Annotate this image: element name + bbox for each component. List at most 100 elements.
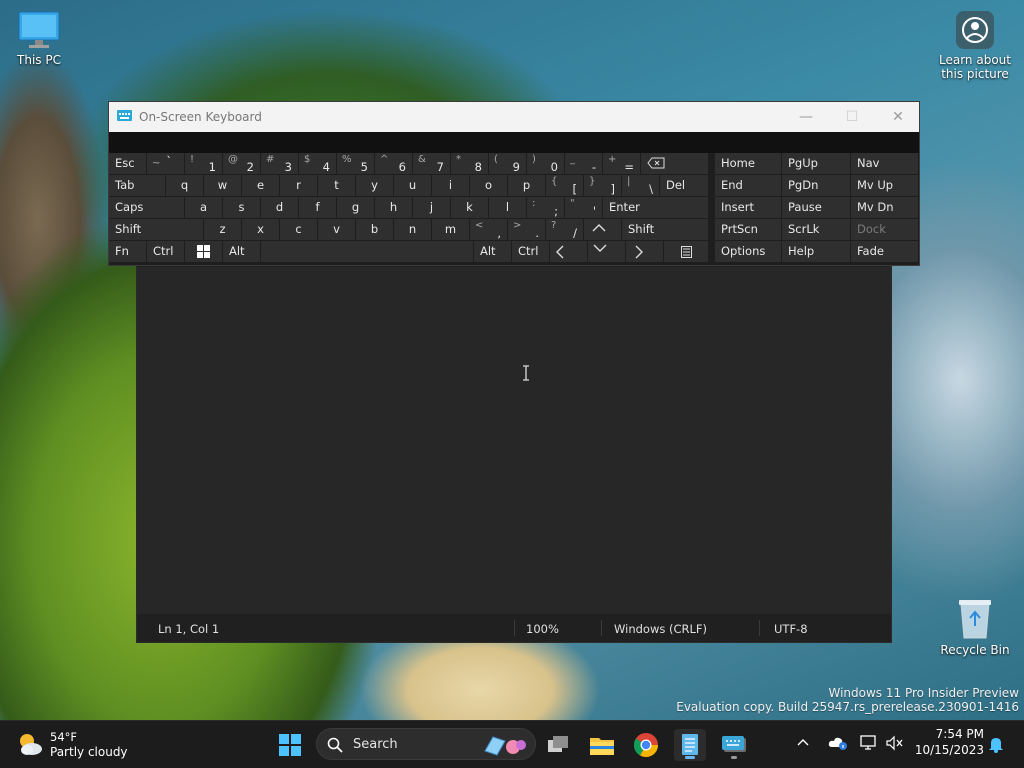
key-semicolon[interactable]: :; [527,197,565,218]
key-7[interactable]: & 7 [413,153,451,174]
key-options[interactable]: Options [715,241,782,262]
key-c[interactable]: c [280,219,318,240]
desktop-learn-about-picture[interactable]: Learn about this picture [936,10,1014,81]
key-m[interactable]: m [432,219,470,240]
key-pgdn[interactable]: PgDn [782,175,851,196]
key-help[interactable]: Help [782,241,851,262]
minimize-button[interactable]: — [783,102,829,132]
key-arrow-up[interactable] [584,219,622,240]
key-5[interactable]: % 5 [337,153,375,174]
desktop-icon-recycle-bin[interactable]: Recycle Bin [940,596,1010,657]
key-del[interactable]: Del [660,175,709,196]
volume-tray-button[interactable] [886,735,904,754]
notepad-text-area[interactable] [137,267,891,614]
maximize-button[interactable]: ☐ [829,102,875,132]
key-y[interactable]: y [356,175,394,196]
chrome-button[interactable] [630,729,662,761]
key-i[interactable]: i [432,175,470,196]
key-period[interactable]: >. [508,219,546,240]
key-o[interactable]: o [470,175,508,196]
key-ctrl-left[interactable]: Ctrl [147,241,185,262]
key-scrlk[interactable]: ScrLk [782,219,851,240]
key-esc[interactable]: Esc [109,153,147,174]
key-arrow-left[interactable] [550,241,588,262]
key-f[interactable]: f [299,197,337,218]
notepad-taskbar-button[interactable] [674,729,706,761]
key-fade[interactable]: Fade [851,241,919,262]
key-8[interactable]: * 8 [451,153,489,174]
desktop-icon-this-pc[interactable]: This PC [10,10,68,67]
start-button[interactable] [274,729,306,761]
key-alt-left[interactable]: Alt [223,241,261,262]
weather-widget[interactable]: 54°F Partly cloudy [14,729,134,761]
key-b[interactable]: b [356,219,394,240]
clock[interactable]: 7:54 PM 10/15/2023 [914,727,984,757]
key-u[interactable]: u [394,175,432,196]
osk-taskbar-button[interactable] [718,729,750,761]
key-fn[interactable]: Fn [109,241,147,262]
notifications-button[interactable] [988,735,1004,756]
key-6[interactable]: ^ 6 [375,153,413,174]
key-end[interactable]: End [715,175,782,196]
key-shift-left[interactable]: Shift [109,219,204,240]
key-right-bracket[interactable]: }] [584,175,622,196]
key-a[interactable]: a [185,197,223,218]
key-nav[interactable]: Nav [851,153,919,174]
onedrive-tray-button[interactable] [828,735,848,754]
key-g[interactable]: g [337,197,375,218]
key-d[interactable]: d [261,197,299,218]
key-0[interactable]: ) 0 [527,153,565,174]
key-mv-up[interactable]: Mv Up [851,175,919,196]
close-button[interactable]: ✕ [875,102,921,132]
key-q[interactable]: q [166,175,204,196]
status-line-ending[interactable]: Windows (CRLF) [614,622,707,636]
key-prtscn[interactable]: PrtScn [715,219,782,240]
key-arrow-right[interactable] [626,241,664,262]
key-alt-right[interactable]: Alt [474,241,512,262]
file-explorer-button[interactable] [586,729,618,761]
status-encoding[interactable]: UTF-8 [774,622,808,636]
key-tilde[interactable]: ~ ` [147,153,185,174]
key-home[interactable]: Home [715,153,782,174]
key-menu[interactable] [664,241,709,262]
key-insert[interactable]: Insert [715,197,782,218]
key-t[interactable]: t [318,175,356,196]
key-slash[interactable]: ? / [546,219,584,240]
osk-title-bar[interactable]: On-Screen Keyboard — ☐ ✕ [109,102,919,132]
key-enter[interactable]: Enter [603,197,709,218]
task-view-button[interactable] [542,729,574,761]
key-3[interactable]: #3 [261,153,299,174]
key-shift-right[interactable]: Shift [622,219,709,240]
key-space[interactable] [261,241,474,262]
network-tray-button[interactable] [860,735,878,754]
key-quote[interactable]: " ' [565,197,603,218]
key-comma[interactable]: <, [470,219,508,240]
key-9[interactable]: (9 [489,153,527,174]
key-j[interactable]: j [413,197,451,218]
key-tab[interactable]: Tab [109,175,166,196]
key-x[interactable]: x [242,219,280,240]
status-zoom[interactable]: 100% [526,622,559,636]
key-ctrl-right[interactable]: Ctrl [512,241,550,262]
key-arrow-down[interactable] [588,241,626,262]
key-backslash[interactable]: | \ [622,175,660,196]
key-pause[interactable]: Pause [782,197,851,218]
key-mv-dn[interactable]: Mv Dn [851,197,919,218]
key-left-bracket[interactable]: {[ [546,175,584,196]
key-1[interactable]: ! 1 [185,153,223,174]
key-z[interactable]: z [204,219,242,240]
key-4[interactable]: $4 [299,153,337,174]
key-w[interactable]: w [204,175,242,196]
key-dock[interactable]: Dock [851,219,919,240]
key-equals[interactable]: + = [603,153,641,174]
key-r[interactable]: r [280,175,318,196]
show-hidden-icons-button[interactable] [796,736,810,750]
key-backspace[interactable] [641,153,709,174]
key-v[interactable]: v [318,219,356,240]
key-windows[interactable] [185,241,223,262]
taskbar-search-box[interactable]: Search [316,728,536,760]
key-n[interactable]: n [394,219,432,240]
key-caps[interactable]: Caps [109,197,185,218]
key-p[interactable]: p [508,175,546,196]
key-s[interactable]: s [223,197,261,218]
